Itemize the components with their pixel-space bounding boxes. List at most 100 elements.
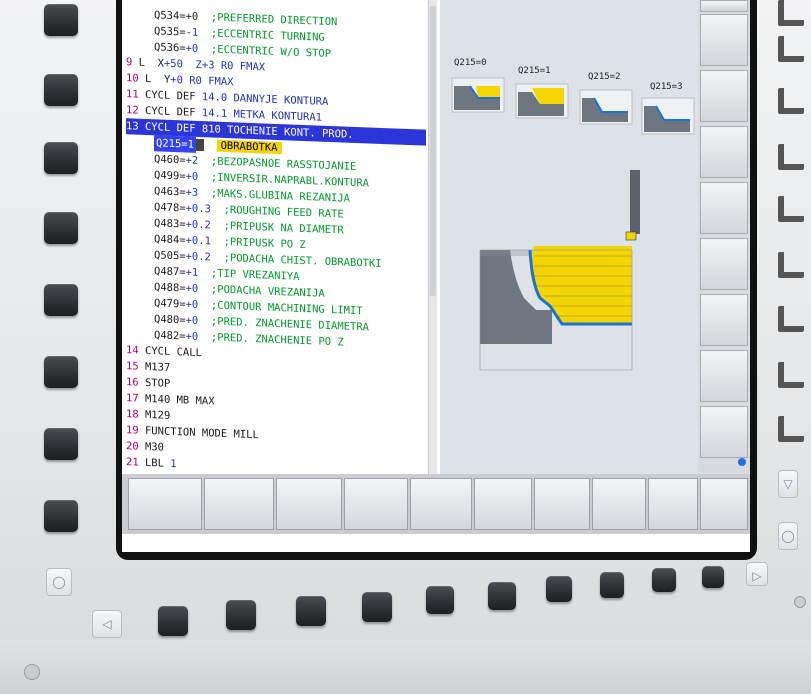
line-text: M30 — [138, 440, 164, 454]
line-number: 12 — [126, 104, 139, 117]
right-key-1[interactable] — [778, 0, 804, 26]
horizontal-softkey-2[interactable] — [204, 478, 274, 530]
horizontal-softkey-4[interactable] — [344, 478, 408, 530]
line-text: L Y — [138, 72, 171, 86]
line-text: M140 MB MAX — [138, 392, 215, 408]
line-text: STOP — [138, 376, 171, 390]
softkey-row-right-arrow-key[interactable]: ▷ — [746, 562, 768, 586]
scroll-down-key[interactable]: ▽ — [778, 470, 798, 498]
vertical-softkey-1[interactable] — [700, 0, 748, 12]
circle-right-key[interactable]: ◯ — [778, 522, 798, 550]
horizontal-softkey-7[interactable] — [534, 478, 590, 530]
horizontal-softkey-10[interactable] — [700, 478, 748, 530]
line-text: M137 — [138, 360, 171, 374]
vertical-softkey-9[interactable] — [700, 406, 748, 458]
line-value: +0.2 — [185, 218, 211, 232]
vertical-softkey-6[interactable] — [700, 238, 748, 290]
right-key-9[interactable] — [778, 416, 804, 442]
right-key-5[interactable] — [778, 196, 804, 222]
bottom-key-2[interactable] — [226, 600, 256, 630]
right-key-2[interactable] — [778, 36, 804, 62]
left-key-6[interactable] — [44, 356, 78, 388]
line-number: 19 — [126, 424, 139, 437]
horizontal-softkey-1[interactable] — [128, 478, 202, 530]
horizontal-softkey-5[interactable] — [410, 478, 472, 530]
left-key-8[interactable] — [44, 500, 78, 532]
line-number: 15 — [126, 360, 139, 373]
screen: Q534=+0 ;PREFERRED DIRECTION Q535=-1 ;ECC… — [122, 0, 750, 552]
line-number: 17 — [126, 392, 139, 405]
scroll-down-arrow-icon[interactable] — [738, 458, 746, 466]
bottom-key-3[interactable] — [296, 596, 326, 626]
line-text: Q463= — [154, 185, 186, 199]
program-line[interactable]: 21 LBL 1 — [126, 454, 177, 472]
line-value: +0.3 — [185, 202, 211, 216]
bottom-key-10[interactable] — [702, 566, 724, 588]
bottom-key-7[interactable] — [546, 576, 572, 602]
program-listing[interactable]: Q534=+0 ;PREFERRED DIRECTION Q535=-1 ;ECC… — [122, 0, 434, 486]
right-key-6[interactable] — [778, 252, 804, 278]
line-text: Q484= — [154, 233, 186, 247]
vertical-softkey-8[interactable] — [700, 350, 748, 402]
listing-scrollbar[interactable] — [428, 0, 437, 474]
program-line[interactable]: 16 STOP — [126, 374, 170, 392]
left-key-3[interactable] — [44, 142, 78, 174]
thumbnail-q215-0 — [451, 77, 505, 113]
vertical-softkey-3[interactable] — [700, 70, 748, 122]
line-value: +0 — [185, 330, 199, 343]
softkey-row-left-arrow-key[interactable]: ◁ — [92, 610, 122, 638]
left-key-7[interactable] — [44, 428, 78, 460]
line-comment: ;TIP VREZANIYA — [210, 267, 300, 283]
right-key-8[interactable] — [778, 362, 804, 388]
bottom-key-8[interactable] — [600, 572, 624, 598]
bottom-key-6[interactable] — [488, 582, 516, 610]
vertical-softkey-4[interactable] — [700, 126, 748, 178]
program-line[interactable]: 20 M30 — [126, 438, 164, 455]
bottom-key-5[interactable] — [426, 586, 454, 614]
line-value: +0 — [185, 170, 199, 183]
program-line[interactable]: 15 M137 — [126, 358, 170, 376]
line-comment: OBRABOTKA — [216, 139, 282, 155]
line-number: 16 — [126, 376, 139, 389]
right-key-4[interactable] — [778, 144, 804, 170]
circle-left-key[interactable]: ◯ — [46, 568, 72, 596]
bottom-key-1[interactable] — [158, 606, 188, 636]
scroll-thumb[interactable] — [430, 6, 436, 296]
vertical-softkey-2[interactable] — [700, 14, 748, 66]
right-key-3[interactable] — [778, 88, 804, 114]
bezel-screw-right — [794, 596, 806, 608]
vertical-softkey-7[interactable] — [700, 294, 748, 346]
horizontal-softkey-bar — [122, 474, 750, 534]
horizontal-softkey-9[interactable] — [648, 478, 698, 530]
line-text: CYCL DEF — [138, 104, 202, 120]
line-text: Q215=1 — [154, 135, 196, 153]
line-number: 14 — [126, 344, 139, 357]
bottom-key-9[interactable] — [652, 568, 676, 592]
line-value: +0.2 — [185, 250, 211, 264]
program-line[interactable]: 18 M129 — [126, 406, 170, 424]
line-text: Q482= — [154, 329, 186, 343]
line-text: Q487= — [154, 265, 186, 279]
bottom-key-4[interactable] — [362, 592, 392, 622]
vertical-softkey-5[interactable] — [700, 182, 748, 234]
line-text: LBL — [138, 456, 171, 470]
line-value: +0 — [185, 298, 199, 311]
right-key-7[interactable] — [778, 306, 804, 332]
graphics-panel: Q215=0 Q215=1 Q215=2 Q215=3 — [440, 0, 698, 479]
horizontal-softkey-6[interactable] — [474, 478, 532, 530]
line-text: Q480= — [154, 313, 186, 327]
left-key-4[interactable] — [44, 212, 78, 244]
horizontal-softkey-3[interactable] — [276, 478, 342, 530]
left-key-2[interactable] — [44, 74, 78, 106]
line-text: Q534=+0 — [154, 9, 199, 23]
horizontal-softkey-8[interactable] — [592, 478, 646, 530]
line-text: Q535= — [154, 25, 186, 39]
left-key-5[interactable] — [44, 284, 78, 316]
left-key-1[interactable] — [44, 4, 78, 36]
